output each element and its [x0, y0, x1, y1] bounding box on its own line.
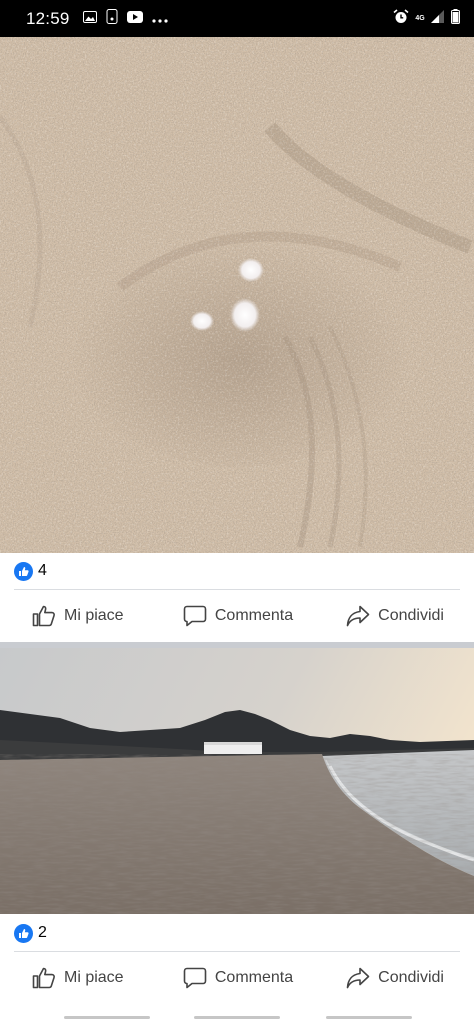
comment-icon — [183, 967, 207, 989]
comment-icon — [183, 605, 207, 627]
share-label: Condividi — [378, 969, 444, 986]
post-actions: Mi piace Commenta Condividi — [0, 952, 474, 1004]
status-time: 12:59 — [26, 8, 70, 28]
alarm-icon — [393, 8, 409, 29]
nav-handle — [194, 1016, 280, 1019]
post-actions: Mi piace Commenta Condividi — [0, 590, 474, 642]
battery-icon — [451, 8, 460, 29]
like-reaction-icon — [14, 923, 33, 943]
post-photo-beach[interactable] — [0, 648, 474, 914]
like-button[interactable]: Mi piace — [0, 605, 169, 627]
more-icon — [151, 10, 168, 28]
signal-icon — [431, 9, 445, 28]
share-icon — [346, 605, 370, 627]
share-label: Condividi — [378, 607, 444, 624]
comment-label: Commenta — [214, 607, 294, 624]
network-4g-icon: 4G — [415, 15, 425, 22]
comment-label: Commenta — [214, 969, 294, 986]
share-button[interactable]: Condividi — [307, 605, 474, 627]
cast-icon — [106, 8, 118, 29]
status-bar: 12:59 4G — [0, 0, 474, 37]
comment-button[interactable]: Commenta — [169, 967, 306, 989]
notification-icons — [82, 8, 168, 29]
image-icon — [82, 10, 97, 28]
thumbs-up-icon — [32, 967, 56, 989]
like-label: Mi piace — [64, 607, 124, 624]
like-reaction-icon — [14, 561, 33, 581]
like-label: Mi piace — [64, 969, 124, 986]
nav-handle — [64, 1016, 150, 1019]
reactions-summary[interactable]: 4 — [0, 553, 474, 589]
like-button[interactable]: Mi piace — [0, 967, 169, 989]
thumbs-up-icon — [32, 605, 56, 627]
nav-handle — [326, 1016, 412, 1019]
comment-button[interactable]: Commenta — [169, 605, 306, 627]
like-count: 2 — [38, 924, 47, 941]
share-icon — [346, 967, 370, 989]
reactions-summary[interactable]: 2 — [0, 915, 474, 951]
like-count: 4 — [38, 562, 47, 579]
system-icons: 4G — [393, 8, 460, 29]
post-photo-sand[interactable] — [0, 37, 474, 553]
youtube-icon — [126, 10, 143, 28]
share-button[interactable]: Condividi — [307, 967, 474, 989]
